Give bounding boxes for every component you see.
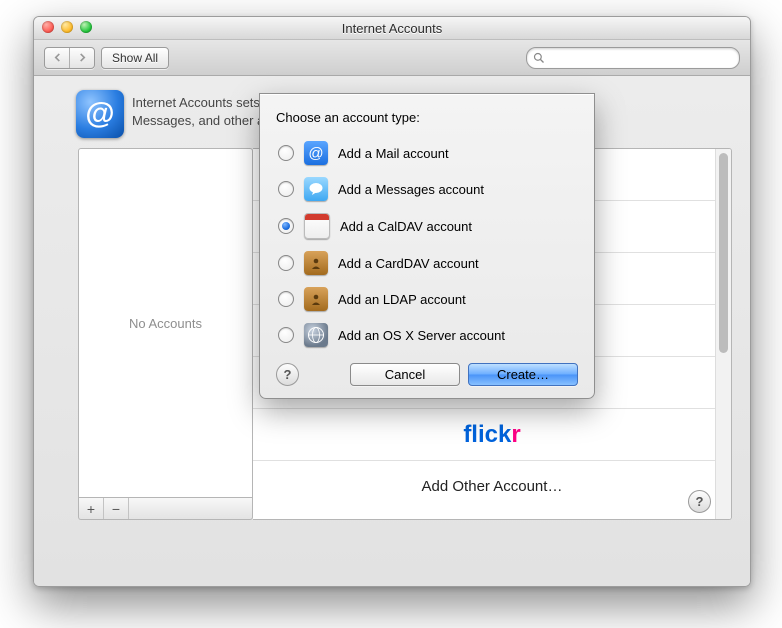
show-all-button[interactable]: Show All	[101, 47, 169, 69]
search-input[interactable]	[526, 47, 740, 69]
search-icon	[533, 52, 545, 64]
messages-icon	[304, 177, 328, 201]
nav-segment	[44, 47, 95, 69]
preferences-window: Internet Accounts Show All @ Internet Ac…	[33, 16, 751, 587]
sheet-title: Choose an account type:	[276, 110, 578, 125]
traffic-lights	[42, 21, 92, 33]
cancel-button[interactable]: Cancel	[350, 363, 460, 386]
provider-flickr[interactable]: flickr	[253, 409, 731, 461]
option-caldav[interactable]: Add a CalDAV account	[276, 207, 578, 245]
accounts-sidebar: No Accounts + −	[78, 148, 253, 520]
account-type-sheet: Choose an account type: @ Add a Mail acc…	[259, 93, 595, 399]
at-sign-icon: @	[76, 90, 124, 138]
provider-other[interactable]: Add Other Account…	[253, 461, 731, 512]
radio-messages[interactable]	[278, 181, 294, 197]
globe-icon	[304, 323, 328, 347]
close-window-button[interactable]	[42, 21, 54, 33]
mail-icon: @	[304, 141, 328, 165]
toolbar: Show All	[34, 40, 750, 76]
radio-ldap[interactable]	[278, 291, 294, 307]
option-mail[interactable]: @ Add a Mail account	[276, 135, 578, 171]
no-accounts-label: No Accounts	[129, 316, 202, 331]
contacts-icon	[304, 251, 328, 275]
radio-caldav[interactable]	[278, 218, 294, 234]
calendar-icon	[304, 213, 330, 239]
titlebar: Internet Accounts	[34, 17, 750, 40]
scrollbar-thumb[interactable]	[719, 153, 728, 353]
accounts-footer: + −	[78, 498, 253, 520]
add-account-button[interactable]: +	[79, 498, 104, 519]
radio-mail[interactable]	[278, 145, 294, 161]
option-osx-label: Add an OS X Server account	[338, 328, 505, 343]
option-carddav[interactable]: Add a CardDAV account	[276, 245, 578, 281]
option-messages[interactable]: Add a Messages account	[276, 171, 578, 207]
option-caldav-label: Add a CalDAV account	[340, 219, 472, 234]
sheet-help-button[interactable]: ?	[276, 363, 299, 386]
option-mail-label: Add a Mail account	[338, 146, 449, 161]
directory-icon	[304, 287, 328, 311]
help-button[interactable]: ?	[688, 490, 711, 513]
remove-account-button[interactable]: −	[104, 498, 129, 519]
back-button[interactable]	[45, 48, 69, 68]
minimize-window-button[interactable]	[61, 21, 73, 33]
forward-button[interactable]	[69, 48, 94, 68]
zoom-window-button[interactable]	[80, 21, 92, 33]
option-osx-server[interactable]: Add an OS X Server account	[276, 317, 578, 353]
create-button[interactable]: Create…	[468, 363, 578, 386]
radio-carddav[interactable]	[278, 255, 294, 271]
accounts-list[interactable]: No Accounts	[78, 148, 253, 498]
radio-osx-server[interactable]	[278, 327, 294, 343]
providers-scrollbar[interactable]	[715, 149, 731, 519]
option-messages-label: Add a Messages account	[338, 182, 484, 197]
window-title: Internet Accounts	[342, 21, 442, 36]
option-ldap[interactable]: Add an LDAP account	[276, 281, 578, 317]
option-ldap-label: Add an LDAP account	[338, 292, 466, 307]
show-all-label: Show All	[112, 51, 158, 65]
option-carddav-label: Add a CardDAV account	[338, 256, 479, 271]
sheet-footer: ? Cancel Create…	[276, 353, 578, 386]
